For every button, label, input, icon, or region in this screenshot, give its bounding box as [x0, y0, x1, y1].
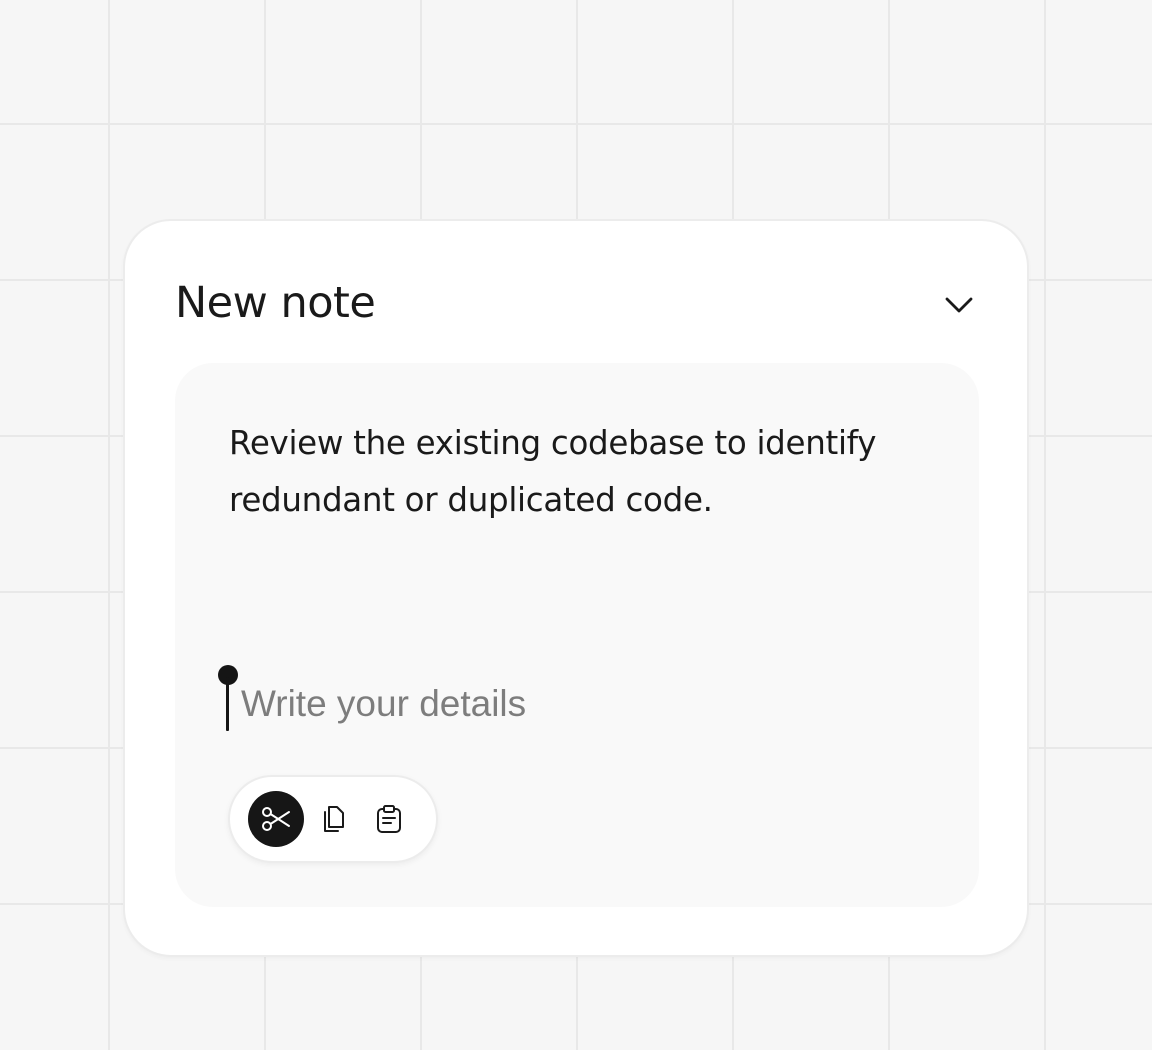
note-body-text[interactable]: Review the existing codebase to identify… [229, 415, 969, 529]
copy-button[interactable] [305, 791, 361, 847]
edit-toolbar [228, 775, 438, 863]
paste-button[interactable] [361, 791, 417, 847]
copy-icon [324, 806, 344, 832]
new-note-card: New note Review the existing codebase to… [123, 219, 1029, 957]
details-input[interactable] [241, 677, 841, 731]
chevron-down-icon[interactable] [943, 289, 975, 321]
cursor-bar [226, 677, 229, 731]
text-cursor-handle[interactable] [218, 665, 238, 731]
clipboard-icon [377, 805, 401, 833]
note-title: New note [175, 278, 376, 328]
note-editor[interactable]: Review the existing codebase to identify… [175, 363, 979, 907]
scissors-icon [262, 807, 290, 831]
cut-button[interactable] [248, 791, 304, 847]
